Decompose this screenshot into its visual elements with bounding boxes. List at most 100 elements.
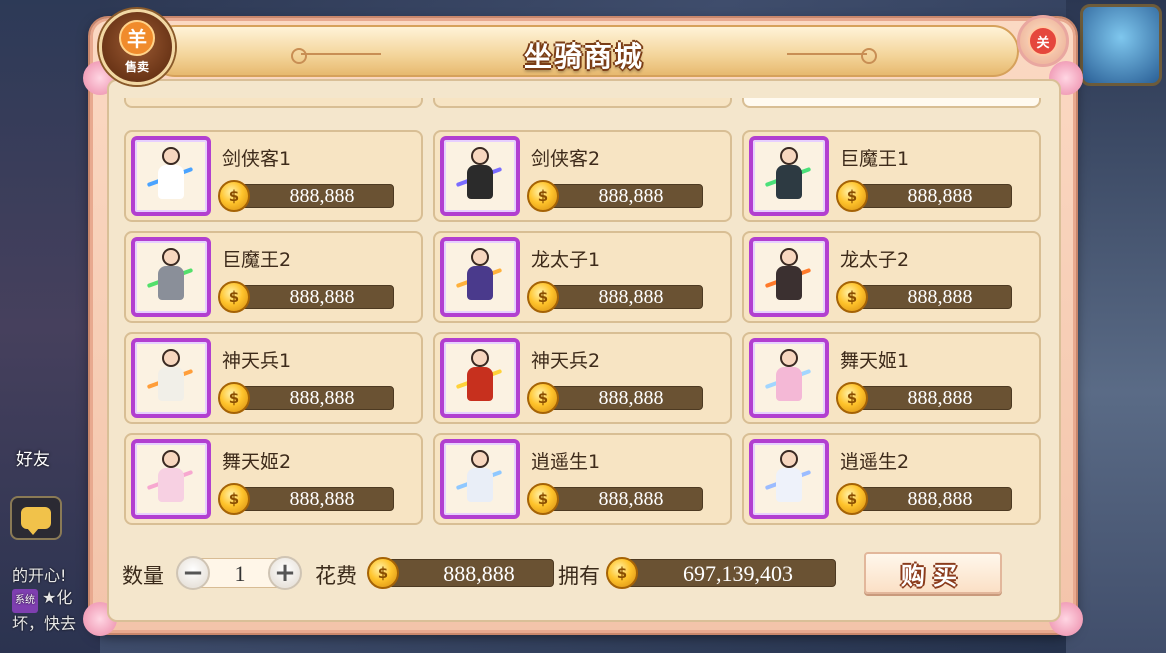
character-figure-icon	[455, 246, 503, 308]
item-card[interactable]: 逍遥生1 888,888 $	[433, 433, 732, 525]
card-partial	[433, 98, 732, 108]
coin-icon: $	[836, 180, 868, 212]
item-card[interactable]: 逍遥生2 888,888 $	[742, 433, 1041, 525]
price-display: 888,888	[236, 487, 394, 511]
character-figure-icon	[764, 347, 812, 409]
figure-head	[162, 147, 180, 165]
item-name: 龙太子2	[840, 249, 910, 271]
minus-button[interactable]: −	[176, 556, 210, 590]
coin-icon: $	[218, 180, 250, 212]
price-display: 888,888	[236, 184, 394, 208]
item-price: 888,888	[289, 488, 355, 510]
figure-body	[467, 266, 493, 300]
price-display: 888,888	[545, 184, 703, 208]
item-name: 剑侠客1	[222, 148, 292, 170]
mount-portrait	[749, 338, 829, 418]
game-scene-left	[0, 0, 100, 653]
item-price: 888,888	[907, 185, 973, 207]
item-grid: 剑侠客1 888,888 $ 剑侠客2 888,888 $ 巨魔王1 888,888 $ 巨魔王2…	[124, 130, 1042, 550]
coin-icon: $	[218, 382, 250, 414]
sell-label: 售卖	[124, 59, 149, 74]
item-card[interactable]: 巨魔王2 888,888 $	[124, 231, 423, 323]
character-figure-icon	[455, 145, 503, 207]
item-price: 888,888	[598, 286, 664, 308]
figure-head	[780, 450, 798, 468]
player-avatar[interactable]	[1080, 4, 1162, 86]
card-partial	[124, 98, 423, 108]
coin-icon: $	[367, 557, 399, 589]
figure-head	[162, 349, 180, 367]
figure-head	[780, 248, 798, 266]
item-price: 888,888	[289, 387, 355, 409]
figure-head	[162, 248, 180, 266]
item-card[interactable]: 神天兵2 888,888 $	[433, 332, 732, 424]
item-name: 龙太子1	[531, 249, 601, 271]
cost-value: 888,888	[443, 561, 515, 586]
chat-button[interactable]	[10, 496, 62, 540]
close-button[interactable]: 关	[1017, 15, 1069, 67]
mount-portrait	[131, 439, 211, 519]
coin-icon: $	[836, 281, 868, 313]
system-tag: 系统	[12, 589, 38, 613]
friend-label[interactable]: 好友	[16, 445, 50, 470]
figure-body	[776, 266, 802, 300]
sheep-coin-icon: 羊	[119, 19, 155, 56]
figure-head	[780, 147, 798, 165]
item-price: 888,888	[289, 286, 355, 308]
item-name: 剑侠客2	[531, 148, 601, 170]
sell-button[interactable]: 羊 售卖	[99, 9, 175, 85]
coin-icon: $	[527, 180, 559, 212]
price-display: 888,888	[545, 285, 703, 309]
price-display: 888,888	[545, 487, 703, 511]
character-figure-icon	[146, 347, 194, 409]
mount-portrait	[749, 439, 829, 519]
figure-body	[158, 367, 184, 401]
item-card[interactable]: 剑侠客2 888,888 $	[433, 130, 732, 222]
mount-portrait	[131, 237, 211, 317]
figure-body	[776, 468, 802, 502]
price-display: 888,888	[236, 386, 394, 410]
quantity-value[interactable]: 1	[210, 561, 270, 587]
coin-icon: $	[527, 281, 559, 313]
character-figure-icon	[146, 145, 194, 207]
item-price: 888,888	[289, 185, 355, 207]
price-display: 888,888	[854, 285, 1012, 309]
item-name: 舞天姬2	[222, 451, 292, 473]
figure-body	[467, 468, 493, 502]
mount-portrait	[440, 338, 520, 418]
item-price: 888,888	[598, 387, 664, 409]
mount-portrait	[131, 136, 211, 216]
item-card[interactable]: 舞天姬1 888,888 $	[742, 332, 1041, 424]
coin-icon: $	[527, 382, 559, 414]
item-card[interactable]: 神天兵1 888,888 $	[124, 332, 423, 424]
item-card[interactable]: 龙太子2 888,888 $	[742, 231, 1041, 323]
item-card[interactable]: 剑侠客1 888,888 $	[124, 130, 423, 222]
plus-button[interactable]: +	[268, 556, 302, 590]
figure-body	[467, 165, 493, 199]
character-figure-icon	[764, 246, 812, 308]
owned-display: 697,139,403	[624, 559, 836, 587]
price-display: 888,888	[236, 285, 394, 309]
mount-portrait	[440, 439, 520, 519]
figure-head	[471, 450, 489, 468]
item-name: 巨魔王1	[840, 148, 910, 170]
figure-head	[471, 147, 489, 165]
item-card[interactable]: 龙太子1 888,888 $	[433, 231, 732, 323]
character-figure-icon	[146, 448, 194, 510]
item-price: 888,888	[907, 387, 973, 409]
chat-log: 的开心! 系统 ★化 坏，快去	[12, 565, 76, 635]
item-price: 888,888	[907, 488, 973, 510]
figure-body	[776, 165, 802, 199]
mount-portrait	[440, 237, 520, 317]
owned-label: 拥有	[558, 564, 600, 588]
dialog-title: 坐骑商城	[523, 40, 644, 73]
mount-portrait	[131, 338, 211, 418]
mount-portrait	[749, 136, 829, 216]
item-card[interactable]: 巨魔王1 888,888 $	[742, 130, 1041, 222]
coin-icon: $	[606, 557, 638, 589]
buy-button[interactable]: 购买	[864, 552, 1002, 594]
item-name: 逍遥生2	[840, 451, 910, 473]
game-scene-right	[1066, 0, 1166, 653]
coin-icon: $	[527, 483, 559, 515]
item-card[interactable]: 舞天姬2 888,888 $	[124, 433, 423, 525]
